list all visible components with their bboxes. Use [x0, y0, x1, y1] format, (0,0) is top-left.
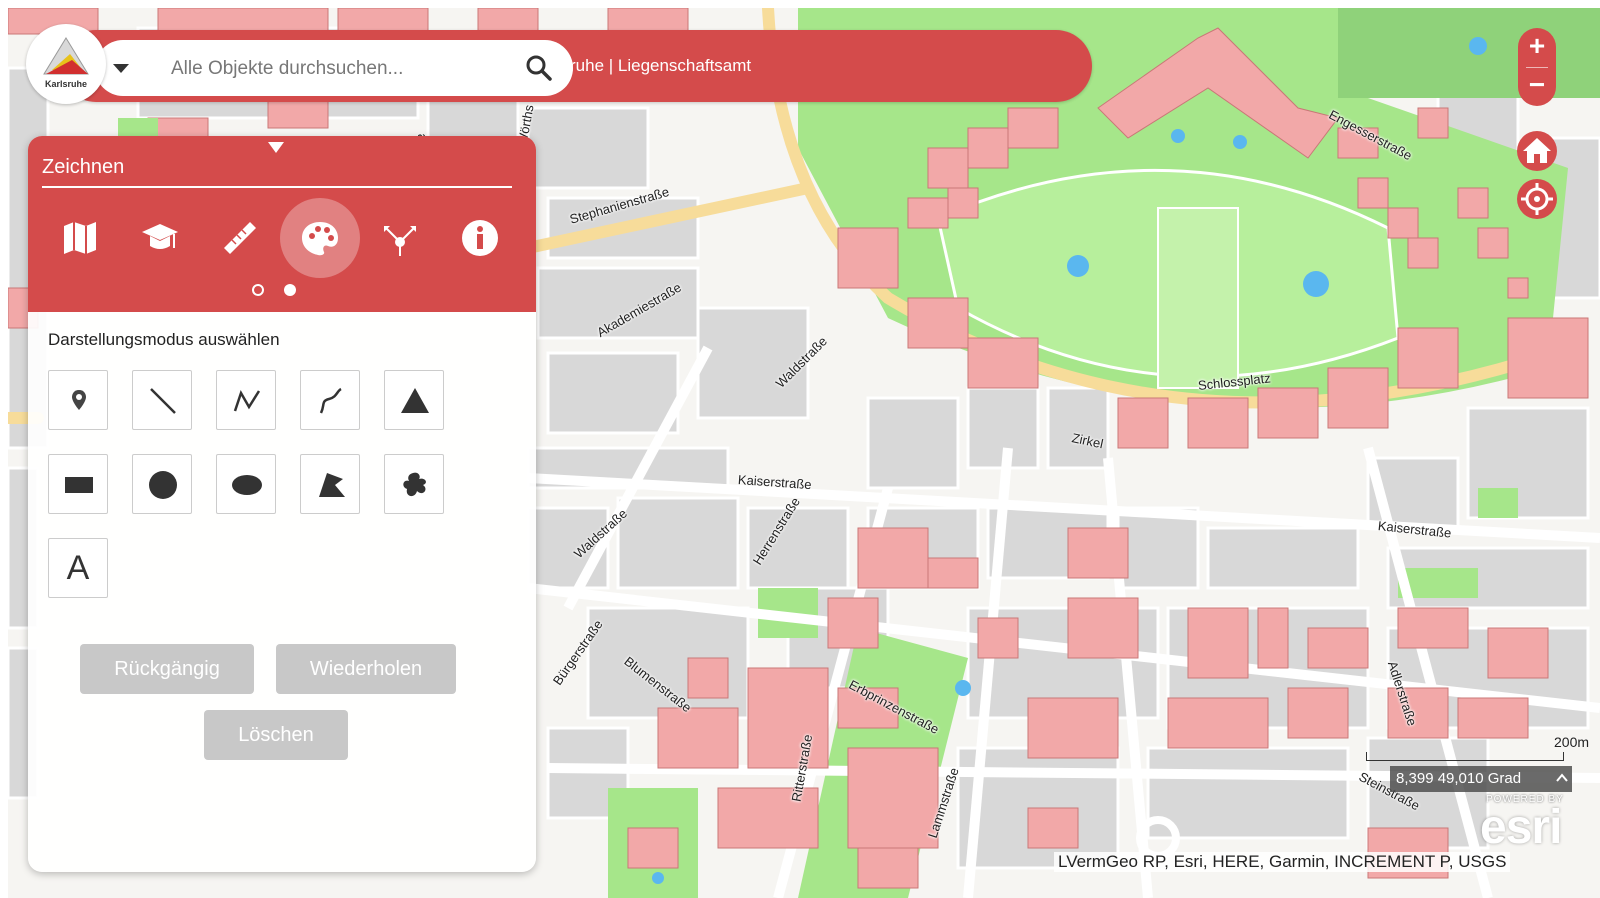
polyline-icon: [233, 389, 261, 412]
tool-measure[interactable]: [200, 198, 280, 278]
freehand-line-icon: [319, 387, 342, 414]
zoom-out-button[interactable]: −: [1518, 67, 1556, 106]
locate-icon[interactable]: [1516, 178, 1558, 220]
palette-icon: [302, 222, 338, 256]
triangle-icon: [401, 388, 429, 413]
ruler-icon: [224, 222, 256, 254]
title-divider: [42, 186, 512, 188]
network-icon: [384, 226, 416, 256]
panel-header: Zeichnen: [28, 136, 536, 312]
search-icon[interactable]: [525, 54, 553, 82]
draw-text-button[interactable]: A: [48, 538, 108, 598]
undo-button[interactable]: Rückgängig: [80, 644, 254, 694]
tool-map[interactable]: [40, 198, 120, 278]
freehand-polygon-icon: [403, 472, 426, 497]
zoom-in-button[interactable]: +: [1518, 28, 1556, 67]
panel-title: Zeichnen: [42, 156, 125, 178]
draw-rectangle-button[interactable]: [48, 454, 108, 514]
draw-point-button[interactable]: [48, 370, 108, 430]
app-title: ruhe | Liegenschaftsamt: [570, 56, 752, 75]
redo-button[interactable]: Wiederholen: [276, 644, 456, 694]
collapse-arrow-icon[interactable]: [268, 142, 284, 154]
polygon-icon: [319, 473, 345, 497]
circle-icon: [149, 471, 177, 499]
tool-draw[interactable]: [280, 198, 360, 278]
draw-ellipse-button[interactable]: [216, 454, 276, 514]
draw-freehand-line-button[interactable]: [300, 370, 360, 430]
delete-button[interactable]: Löschen: [204, 710, 348, 760]
draw-polyline-button[interactable]: [216, 370, 276, 430]
draw-freehand-polygon-button[interactable]: [384, 454, 444, 514]
draw-panel: Zeichnen Darstellungsmodus auswählen A R…: [28, 136, 536, 872]
tool-education[interactable]: [120, 198, 200, 278]
page-dot-1[interactable]: [252, 284, 264, 296]
logo-text: Karlsruhe: [44, 79, 88, 89]
info-icon: [462, 220, 498, 256]
search-box[interactable]: [95, 40, 573, 96]
draw-polygon-button[interactable]: [300, 454, 360, 514]
chevron-up-icon[interactable]: [1556, 772, 1568, 784]
city-logo[interactable]: Karlsruhe: [26, 24, 106, 104]
section-label: Darstellungsmodus auswählen: [48, 330, 280, 349]
home-icon[interactable]: [1516, 130, 1558, 172]
karlsruhe-logo-icon: [43, 37, 89, 75]
graduation-cap-icon: [142, 224, 178, 249]
tool-network[interactable]: [360, 198, 440, 278]
rectangle-icon: [65, 477, 93, 493]
esri-logo[interactable]: esri: [1480, 800, 1562, 855]
text-icon: A: [66, 549, 90, 587]
draw-line-button[interactable]: [132, 370, 192, 430]
coordinates-readout: 8,399 49,010 Grad: [1390, 766, 1572, 792]
tool-info[interactable]: [440, 198, 520, 278]
line-icon: [150, 388, 176, 414]
chevron-down-icon[interactable]: [111, 58, 131, 78]
search-input[interactable]: [169, 54, 523, 84]
draw-triangle-button[interactable]: [384, 370, 444, 430]
map-attribution[interactable]: LVermGeo RP, Esri, HERE, Garmin, INCREME…: [1054, 852, 1511, 872]
scale-bar: [1366, 752, 1564, 761]
page-dot-2-active[interactable]: [284, 284, 296, 296]
scale-label: 200m: [1554, 734, 1590, 750]
ellipse-icon: [232, 475, 262, 495]
zoom-control: + −: [1518, 28, 1556, 106]
map-icon: [64, 222, 96, 254]
draw-circle-button[interactable]: [132, 454, 192, 514]
point-icon: [72, 390, 86, 410]
